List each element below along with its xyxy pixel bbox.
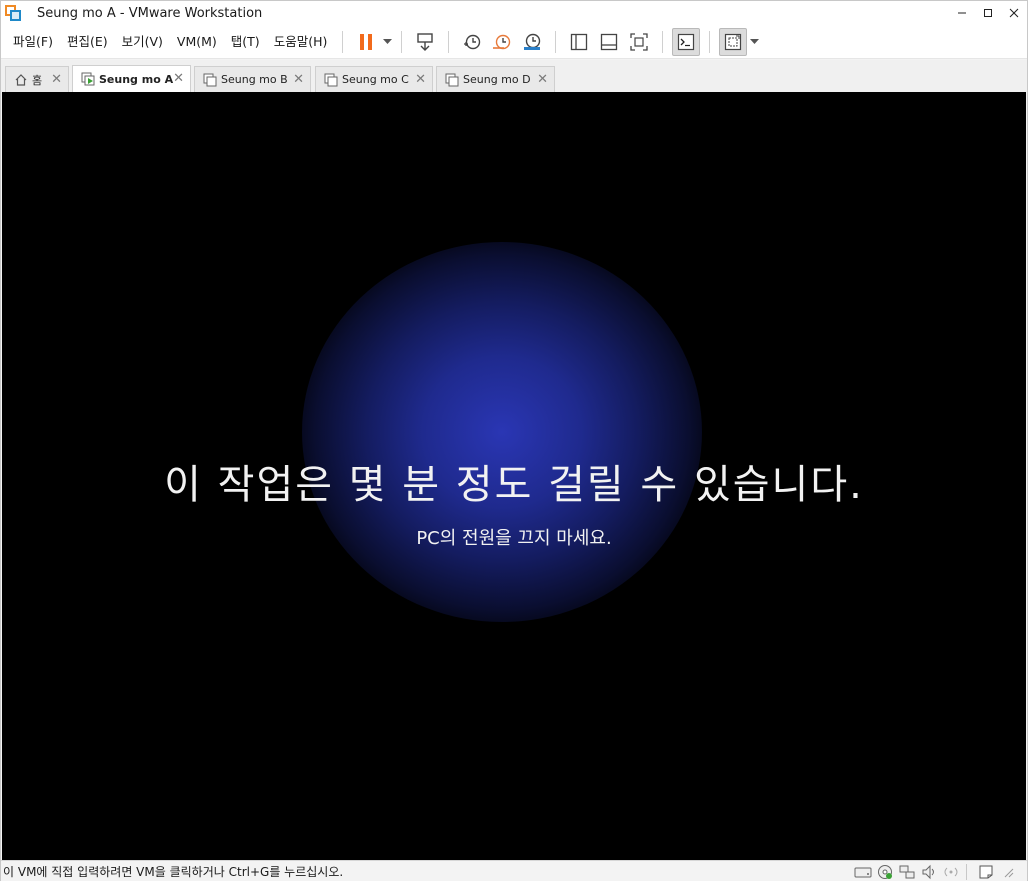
toolbar-separator	[401, 30, 403, 53]
toolbar-separator	[662, 30, 664, 53]
stretch-dropdown[interactable]	[748, 28, 760, 56]
close-tab-icon[interactable]: ✕	[51, 72, 62, 87]
maximize-button[interactable]	[975, 1, 1001, 25]
vm-icon	[445, 73, 459, 87]
menu-toolbar: 파일(F) 편집(E) 보기(V) VM(M) 탭(T) 도움말(H)	[1, 25, 1027, 59]
tab-seung-mo-a[interactable]: Seung mo A ✕	[72, 65, 191, 92]
tab-label: Seung mo B	[221, 73, 288, 86]
home-icon	[14, 73, 28, 87]
toolbar-separator	[555, 30, 557, 53]
library-panel-icon	[571, 33, 588, 50]
pause-icon	[360, 33, 373, 50]
console-view-button[interactable]	[672, 27, 701, 56]
network-adapter-icon[interactable]	[898, 864, 916, 880]
maximize-icon	[984, 9, 992, 17]
send-ctrl-alt-del-button[interactable]	[411, 28, 439, 56]
show-thumbnail-bar-button[interactable]	[595, 28, 623, 56]
close-icon	[1009, 8, 1019, 18]
vm-icon	[324, 73, 338, 87]
tab-bar: 홈 ✕ Seung mo A ✕ Seung mo B ✕ Seung mo C…	[1, 60, 1027, 92]
suspend-button[interactable]	[352, 28, 380, 56]
full-screen-icon	[630, 32, 648, 51]
minimize-button[interactable]	[949, 1, 975, 25]
vmware-app-icon	[5, 5, 21, 21]
title-bar: Seung mo A - VMware Workstation	[1, 1, 1027, 25]
menu-file[interactable]: 파일(F)	[6, 29, 60, 55]
tab-seung-mo-c[interactable]: Seung mo C ✕	[315, 66, 433, 92]
vm-display[interactable]: 이 작업은 몇 분 정도 걸릴 수 있습니다. PC의 전원을 끄지 마세요.	[2, 92, 1026, 860]
update-submessage: PC의 전원을 끄지 마세요.	[416, 528, 612, 549]
revert-snapshot-icon	[493, 34, 511, 49]
tab-label: Seung mo C	[342, 73, 409, 86]
chevron-down-icon	[749, 38, 759, 44]
close-window-button[interactable]	[1001, 1, 1027, 25]
tab-label: Seung mo D	[463, 73, 531, 86]
show-library-button[interactable]	[565, 28, 593, 56]
snapshot-clock-icon	[464, 34, 481, 49]
terminal-icon	[678, 33, 695, 50]
wireless-icon[interactable]	[942, 864, 960, 880]
cd-dvd-icon[interactable]	[876, 864, 894, 880]
toolbar-separator	[448, 30, 450, 53]
thumbnail-bar-icon	[601, 33, 618, 50]
power-dropdown[interactable]	[381, 28, 393, 56]
tab-seung-mo-b[interactable]: Seung mo B ✕	[194, 66, 311, 92]
resize-grip-icon[interactable]	[999, 864, 1017, 880]
send-keys-icon	[417, 32, 434, 51]
tab-seung-mo-d[interactable]: Seung mo D ✕	[436, 66, 555, 92]
take-snapshot-button[interactable]	[458, 28, 486, 56]
tab-home[interactable]: 홈 ✕	[5, 66, 69, 92]
vm-icon	[203, 73, 217, 87]
vm-running-icon	[81, 72, 95, 86]
menu-help[interactable]: 도움말(H)	[267, 29, 335, 55]
toolbar-separator	[709, 30, 711, 53]
status-separator	[966, 864, 967, 880]
status-hint: 이 VM에 직접 입력하려면 VM을 클릭하거나 Ctrl+G를 누르십시오.	[3, 865, 344, 879]
close-tab-icon[interactable]: ✕	[537, 72, 548, 87]
menu-vm[interactable]: VM(M)	[170, 29, 224, 55]
revert-snapshot-button[interactable]	[488, 28, 516, 56]
menu-tabs[interactable]: 탭(T)	[224, 29, 267, 55]
message-log-icon[interactable]	[977, 864, 995, 880]
close-tab-icon[interactable]: ✕	[173, 71, 184, 86]
snapshot-manager-button[interactable]	[518, 28, 546, 56]
minimize-icon	[958, 12, 966, 14]
screen-glow	[302, 242, 702, 622]
stretch-display-icon	[725, 33, 742, 50]
vmware-window: Seung mo A - VMware Workstation 파일(F) 편집…	[0, 0, 1028, 881]
close-tab-icon[interactable]: ✕	[415, 72, 426, 87]
update-message: 이 작업은 몇 분 정도 걸릴 수 있습니다.	[164, 462, 864, 508]
snapshot-manager-icon	[524, 33, 541, 50]
chevron-down-icon	[382, 38, 392, 44]
menu-edit[interactable]: 편집(E)	[60, 29, 115, 55]
close-tab-icon[interactable]: ✕	[293, 72, 304, 87]
tab-label: Seung mo A	[99, 72, 174, 86]
status-bar: 이 VM에 직접 입력하려면 VM을 클릭하거나 Ctrl+G를 누르십시오.	[1, 860, 1027, 881]
full-screen-button[interactable]	[625, 28, 653, 56]
stretch-guest-button[interactable]	[719, 27, 748, 56]
toolbar-separator	[342, 30, 344, 53]
sound-card-icon[interactable]	[920, 864, 938, 880]
tab-label: 홈	[32, 73, 43, 87]
window-title: Seung mo A - VMware Workstation	[37, 5, 263, 21]
hard-disk-icon[interactable]	[854, 864, 872, 880]
menu-view[interactable]: 보기(V)	[115, 29, 170, 55]
